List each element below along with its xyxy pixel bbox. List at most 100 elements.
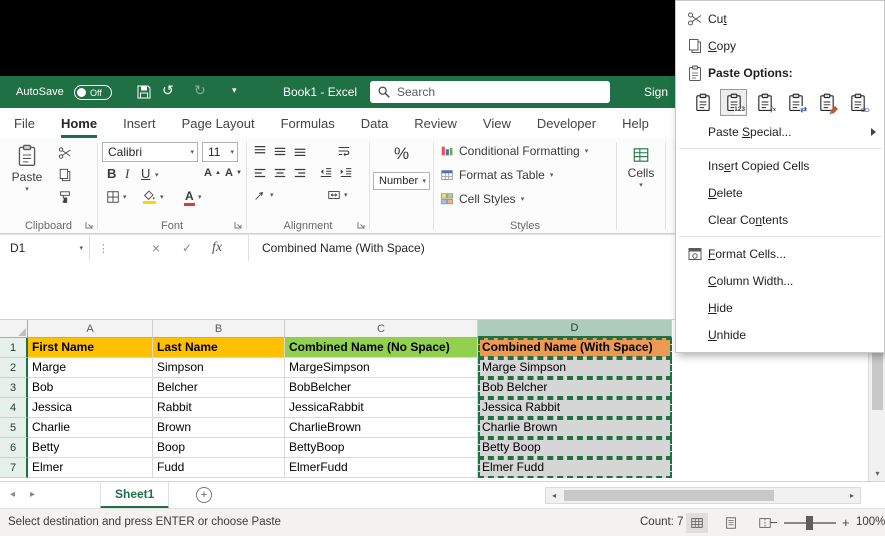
cell-B2[interactable]: Simpson	[153, 358, 285, 378]
menu-item-format-cells[interactable]: Format Cells...	[676, 240, 884, 267]
merge-center-button[interactable]: ▾	[327, 188, 348, 202]
cell-A2[interactable]: Marge	[28, 358, 153, 378]
tab-data[interactable]: Data	[361, 108, 388, 138]
scroll-left-icon[interactable]: ◂	[546, 488, 562, 503]
cell-C1[interactable]: Combined Name (No Space)	[285, 338, 478, 358]
decrease-font-size-button[interactable]: A▼	[225, 167, 242, 179]
font-color-button[interactable]: A	[184, 190, 195, 206]
cell-C4[interactable]: JessicaRabbit	[285, 398, 478, 418]
alignment-dialog-launcher-icon[interactable]	[356, 220, 366, 230]
scroll-down-icon[interactable]: ▾	[869, 465, 885, 481]
paste-formulas-icon[interactable]: fx	[751, 89, 778, 116]
fill-color-button[interactable]	[142, 188, 156, 204]
autosave-toggle[interactable]: Off	[74, 85, 112, 100]
bold-button[interactable]: B	[107, 166, 116, 181]
cell-A6[interactable]: Betty	[28, 438, 153, 458]
previous-sheet-icon[interactable]: ◂	[10, 489, 15, 500]
tab-formulas[interactable]: Formulas	[281, 108, 335, 138]
format-as-table-button[interactable]: Format as Table ▾	[440, 168, 553, 182]
cell-D7[interactable]: Elmer Fudd	[478, 458, 672, 478]
new-sheet-button[interactable]: +	[196, 487, 212, 503]
sign-in-button[interactable]: Sign	[644, 85, 668, 99]
horizontal-scrollbar-thumb[interactable]	[564, 490, 774, 501]
enter-icon[interactable]: ✓	[182, 235, 192, 261]
cut-button[interactable]	[58, 146, 72, 160]
cell-D3[interactable]: Bob Belcher	[478, 378, 672, 398]
center-button[interactable]	[273, 166, 287, 180]
wrap-text-button[interactable]	[337, 144, 351, 158]
clipboard-dialog-launcher-icon[interactable]	[84, 220, 94, 230]
column-header-C[interactable]: C	[285, 320, 478, 338]
menu-item-unhide[interactable]: Unhide	[676, 321, 884, 348]
menu-item-copy[interactable]: Copy	[676, 32, 884, 59]
row-header-7[interactable]: 7	[0, 458, 28, 478]
tab-review[interactable]: Review	[414, 108, 457, 138]
increase-indent-button[interactable]	[339, 166, 353, 180]
italic-button[interactable]: I	[125, 166, 129, 182]
font-name-combo[interactable]: Calibri ▾	[102, 142, 198, 162]
normal-view-button[interactable]	[686, 513, 708, 533]
font-color-dropdown-icon[interactable]: ▾	[198, 194, 202, 201]
customize-quick-access-button[interactable]: ▾	[232, 86, 237, 95]
row-header-5[interactable]: 5	[0, 418, 28, 438]
underline-dropdown-icon[interactable]: ▾	[155, 172, 159, 179]
number-format-combo[interactable]: Number ▾	[373, 172, 430, 190]
paste-icon[interactable]	[689, 89, 716, 116]
cell-D4[interactable]: Jessica Rabbit	[478, 398, 672, 418]
zoom-slider-thumb[interactable]	[806, 516, 813, 530]
next-sheet-icon[interactable]: ▸	[30, 489, 35, 500]
cell-D1[interactable]: Combined Name (With Space)	[478, 338, 672, 358]
save-button[interactable]	[136, 84, 152, 102]
cell-A7[interactable]: Elmer	[28, 458, 153, 478]
copy-button[interactable]	[58, 168, 72, 182]
menu-item-insert-copied-cells[interactable]: Insert Copied Cells	[676, 152, 884, 179]
zoom-level[interactable]: 100%	[856, 516, 885, 528]
cell-D6[interactable]: Betty Boop	[478, 438, 672, 458]
name-box[interactable]: D1 ▾	[0, 235, 90, 261]
tab-help[interactable]: Help	[622, 108, 649, 138]
zoom-in-button[interactable]: +	[842, 515, 850, 530]
cell-B3[interactable]: Belcher	[153, 378, 285, 398]
cell-B4[interactable]: Rabbit	[153, 398, 285, 418]
undo-button[interactable]: ↺	[162, 83, 174, 97]
menu-item-cut[interactable]: Cut	[676, 5, 884, 32]
menu-item-clear-contents[interactable]: Clear Contents	[676, 206, 884, 233]
cell-B7[interactable]: Fudd	[153, 458, 285, 478]
sheet-tab-sheet1[interactable]: Sheet1	[100, 482, 169, 509]
formula-bar-content[interactable]: Combined Name (With Space)	[262, 241, 425, 255]
top-align-button[interactable]	[253, 144, 267, 158]
cell-styles-button[interactable]: Cell Styles ▾	[440, 192, 524, 206]
fill-color-dropdown-icon[interactable]: ▾	[160, 194, 164, 201]
decrease-indent-button[interactable]	[319, 166, 333, 180]
conditional-formatting-button[interactable]: Conditional Formatting ▾	[440, 144, 588, 158]
percent-style-button[interactable]: %	[370, 144, 433, 164]
row-header-3[interactable]: 3	[0, 378, 28, 398]
font-dialog-launcher-icon[interactable]	[233, 220, 243, 230]
paste-values-icon[interactable]: 123	[720, 89, 747, 116]
scroll-right-icon[interactable]: ▸	[844, 488, 860, 503]
cell-A5[interactable]: Charlie	[28, 418, 153, 438]
menu-item-paste-special[interactable]: Paste Special...	[676, 118, 884, 145]
horizontal-scrollbar[interactable]: ◂ ▸	[545, 487, 861, 504]
row-header-2[interactable]: 2	[0, 358, 28, 378]
middle-align-button[interactable]	[273, 144, 287, 158]
align-left-button[interactable]	[253, 166, 267, 180]
cell-B1[interactable]: Last Name	[153, 338, 285, 358]
bottom-align-button[interactable]	[293, 144, 307, 158]
menu-item-delete[interactable]: Delete	[676, 179, 884, 206]
tab-file[interactable]: File	[14, 108, 35, 138]
page-layout-view-button[interactable]	[720, 513, 742, 533]
increase-font-size-button[interactable]: A▲	[204, 167, 221, 179]
paste-transpose-icon[interactable]: ⇄	[782, 89, 809, 116]
paste-formatting-icon[interactable]	[813, 89, 840, 116]
cell-A3[interactable]: Bob	[28, 378, 153, 398]
tab-insert[interactable]: Insert	[123, 108, 156, 138]
format-painter-button[interactable]	[58, 190, 72, 204]
cell-C7[interactable]: ElmerFudd	[285, 458, 478, 478]
font-size-combo[interactable]: 11 ▾	[202, 142, 238, 162]
tab-home[interactable]: Home	[61, 108, 97, 138]
underline-button[interactable]: U	[141, 166, 150, 181]
column-header-A[interactable]: A	[28, 320, 153, 338]
tab-page-layout[interactable]: Page Layout	[182, 108, 255, 138]
align-right-button[interactable]	[293, 166, 307, 180]
